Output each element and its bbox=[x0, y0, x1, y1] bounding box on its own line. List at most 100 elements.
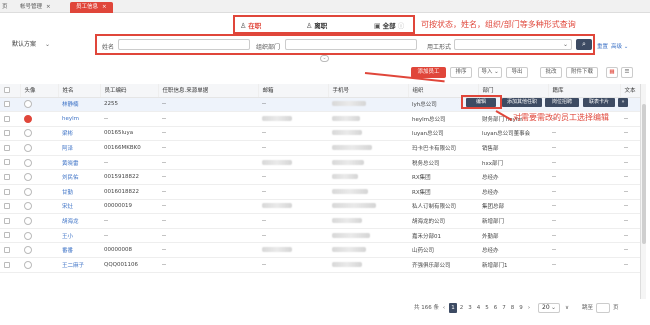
attachment-download-button[interactable]: 附件下载 bbox=[566, 67, 598, 78]
row-select[interactable] bbox=[0, 97, 20, 113]
employee-name[interactable]: 阿泽 bbox=[58, 140, 100, 156]
grid-view-icon[interactable]: ▦ bbox=[606, 67, 618, 78]
scrollbar[interactable] bbox=[640, 84, 646, 299]
table-row[interactable]: 黄晓雷 -- -- 税务总公司 hxx部门 -- -- bbox=[0, 155, 640, 171]
page-number-button[interactable]: 7 bbox=[500, 303, 508, 313]
table-row[interactable]: 胡海龙 -- -- -- 胡海龙的公司 新增部门 -- -- bbox=[0, 213, 640, 229]
page-number-button[interactable]: 5 bbox=[483, 303, 491, 313]
row-select[interactable] bbox=[0, 228, 20, 244]
row-select[interactable] bbox=[0, 111, 20, 127]
avatar bbox=[24, 144, 32, 153]
next-page-button[interactable]: › bbox=[525, 303, 533, 313]
row-checkbox[interactable] bbox=[4, 174, 10, 181]
row-checkbox[interactable] bbox=[4, 232, 10, 239]
items-per-page-unit: ∨ bbox=[565, 305, 570, 311]
close-icon[interactable]: × bbox=[46, 4, 51, 10]
row-checkbox[interactable] bbox=[4, 246, 10, 253]
org-cell: 私人订制有限公司 bbox=[408, 199, 478, 215]
collapse-toggle[interactable]: ⌄ bbox=[320, 55, 329, 62]
employee-name[interactable]: 宋灶 bbox=[58, 199, 100, 215]
column-header: 手机号 bbox=[328, 84, 409, 98]
tab-home[interactable]: 页 bbox=[2, 2, 8, 13]
avatar-cell bbox=[20, 169, 58, 186]
org-cell: 胡海龙的公司 bbox=[408, 213, 478, 229]
row-checkbox[interactable] bbox=[4, 261, 10, 268]
ji-cell: -- bbox=[548, 257, 620, 273]
add-employee-button[interactable]: 添加员工 bbox=[411, 67, 446, 78]
row-checkbox[interactable] bbox=[4, 188, 10, 195]
table-row[interactable]: 王二麻子 QQQ001106 -- -- 齐强俱乐部公司 新增部门1 -- -- bbox=[0, 257, 640, 273]
employee-name[interactable]: 林静楠 bbox=[58, 97, 100, 113]
row-select[interactable] bbox=[0, 126, 20, 142]
reset-link[interactable]: 重置 bbox=[597, 42, 608, 50]
employee-name[interactable]: 王二麻子 bbox=[58, 257, 100, 273]
page-number-button[interactable]: 1 bbox=[449, 303, 457, 313]
row-checkbox[interactable] bbox=[4, 130, 10, 137]
table-row[interactable]: 番番 00000008 -- 山药公司 总经办 -- -- bbox=[0, 242, 640, 259]
row-checkbox[interactable] bbox=[4, 203, 10, 210]
status-resigned[interactable]: ♙ 离职 bbox=[306, 20, 327, 30]
edit-button[interactable]: 编辑 bbox=[466, 98, 496, 107]
employee-name[interactable]: 甘勤 bbox=[58, 184, 100, 200]
row-checkbox[interactable] bbox=[4, 217, 10, 224]
export-button[interactable]: 导出 bbox=[506, 67, 528, 78]
position-recruit-button[interactable]: 岗位招聘 bbox=[545, 98, 579, 107]
scrollbar-thumb[interactable] bbox=[642, 104, 646, 244]
table-row[interactable]: 阿泽 00166MKBK0 -- -- 玛卡巴卡有限公司 销售部 -- -- bbox=[0, 140, 640, 156]
page-number-button[interactable]: 8 bbox=[509, 303, 517, 313]
goto-page-input[interactable] bbox=[596, 303, 610, 313]
page-number-button[interactable]: 2 bbox=[458, 303, 466, 313]
row-checkbox[interactable] bbox=[4, 115, 10, 122]
employee-name[interactable]: 番番 bbox=[58, 242, 100, 259]
tab-employee[interactable]: 员工信息 × bbox=[70, 2, 113, 13]
advanced-link[interactable]: 高级 ⌄ bbox=[611, 42, 628, 50]
row-select[interactable] bbox=[0, 140, 20, 156]
row-select[interactable] bbox=[0, 242, 20, 259]
employee-name[interactable]: heylm bbox=[58, 111, 100, 127]
sort-button[interactable]: 排序 bbox=[450, 67, 472, 78]
name-input[interactable] bbox=[118, 39, 250, 50]
row-select[interactable] bbox=[0, 199, 20, 215]
page-number-button[interactable]: 6 bbox=[492, 303, 500, 313]
row-checkbox[interactable] bbox=[4, 159, 10, 166]
page-number-button[interactable]: 4 bbox=[475, 303, 483, 313]
table-row[interactable]: 宋灶 00000019 -- 私人订制有限公司 集团总部 -- -- bbox=[0, 199, 640, 215]
table-row[interactable]: 刘民佑 0015918822 -- -- RX集团 总经办 -- -- bbox=[0, 169, 640, 186]
card-button[interactable]: 联表卡片 bbox=[583, 98, 615, 107]
header-select[interactable] bbox=[0, 84, 21, 98]
more-actions-icon[interactable]: » bbox=[618, 98, 628, 107]
row-select[interactable] bbox=[0, 257, 20, 273]
status-active[interactable]: ♙ 在职 bbox=[240, 20, 261, 30]
table-row[interactable]: 王小 -- -- -- 嘉禾分部01 外勤部 -- -- bbox=[0, 228, 640, 244]
table-row[interactable]: 林静楠 2255 -- -- lyh总公司 bbox=[0, 97, 640, 113]
row-checkbox[interactable] bbox=[4, 101, 10, 108]
import-button[interactable]: 导入 ⌄ bbox=[478, 67, 502, 78]
list-view-icon[interactable]: ☰ bbox=[621, 67, 633, 78]
employee-name[interactable]: 王小 bbox=[58, 228, 100, 244]
employee-name[interactable]: 梁彬 bbox=[58, 126, 100, 142]
employee-name[interactable]: 刘民佑 bbox=[58, 169, 100, 186]
page-number-button[interactable]: 9 bbox=[517, 303, 525, 313]
status-all[interactable]: ▣ 全部 ⓘ bbox=[374, 20, 404, 30]
tab-account[interactable]: 帐号管理 × bbox=[20, 2, 51, 13]
batch-edit-button[interactable]: 批改 bbox=[540, 67, 562, 78]
close-icon[interactable]: × bbox=[102, 4, 107, 10]
row-select[interactable] bbox=[0, 184, 20, 200]
page-number-button[interactable]: 3 bbox=[466, 303, 474, 313]
select-all-checkbox[interactable] bbox=[4, 87, 10, 93]
row-select[interactable] bbox=[0, 155, 20, 171]
add-other-position-button[interactable]: 添加其他任职 bbox=[502, 98, 542, 107]
prev-page-button[interactable]: ‹ bbox=[440, 303, 448, 313]
org-input[interactable] bbox=[285, 39, 417, 50]
employee-name[interactable]: 胡海龙 bbox=[58, 213, 100, 229]
scheme-select[interactable]: 默认方案 ⌄ bbox=[9, 40, 53, 51]
row-select[interactable] bbox=[0, 169, 20, 186]
page-size-select[interactable]: 20 ⌄ bbox=[538, 303, 560, 313]
table-row[interactable]: 梁彬 00165luya -- -- luyan总公司 luyan总公司董事会 -- -- bbox=[0, 126, 640, 142]
row-select[interactable] bbox=[0, 213, 20, 229]
search-button[interactable]: ⌕ bbox=[576, 39, 592, 50]
table-row[interactable]: 甘勤 0016018822 -- -- RX集团 总经办 -- -- bbox=[0, 184, 640, 200]
type-select[interactable]: ⌄ bbox=[454, 39, 572, 50]
row-checkbox[interactable] bbox=[4, 144, 10, 151]
employee-name[interactable]: 黄晓雷 bbox=[58, 155, 100, 171]
